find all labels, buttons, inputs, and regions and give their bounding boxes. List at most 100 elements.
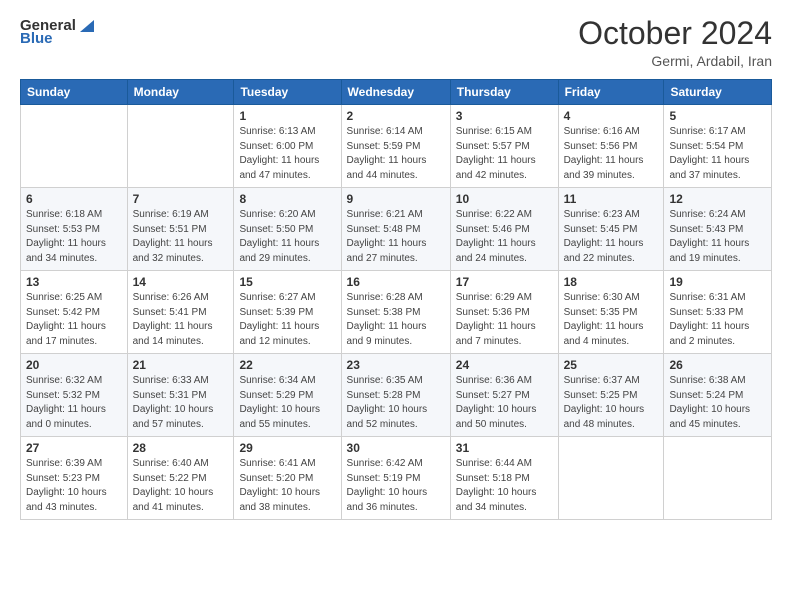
day-number: 2 (347, 109, 445, 123)
day-number: 14 (133, 275, 229, 289)
day-number: 18 (564, 275, 659, 289)
day-info: Sunrise: 6:41 AMSunset: 5:20 PMDaylight:… (239, 457, 335, 515)
calendar-week-row: 20 Sunrise: 6:32 AMSunset: 5:32 PMDayligh… (21, 354, 772, 437)
table-row: 11Sunrise: 6:23 AMSunset: 5:45 PMDayligh… (558, 188, 664, 271)
table-row: 5 Sunrise: 6:17 AMSunset: 5:54 PMDaylight… (664, 105, 772, 188)
day-info: Sunrise: 6:22 AMSunset: 5:46 PMDaylight:… (456, 208, 553, 266)
header: General Blue October 2024 Germi, Ardabil… (20, 16, 772, 69)
logo-icon (78, 16, 96, 34)
day-number: 26 (669, 358, 766, 372)
table-row: 14 Sunrise: 6:26 AMSunset: 5:41 PMDayligh… (127, 271, 234, 354)
day-number: 12 (669, 192, 766, 206)
day-info: Sunrise: 6:27 AMSunset: 5:39 PMDaylight:… (239, 291, 335, 349)
day-number: 28 (133, 441, 229, 455)
table-row: 9 Sunrise: 6:21 AMSunset: 5:48 PMDaylight… (341, 188, 450, 271)
calendar-header-row: Sunday Monday Tuesday Wednesday Thursday… (21, 80, 772, 105)
day-info: Sunrise: 6:29 AMSunset: 5:36 PMDaylight:… (456, 291, 553, 349)
calendar-week-row: 6 Sunrise: 6:18 AMSunset: 5:53 PMDaylight… (21, 188, 772, 271)
table-row: 3Sunrise: 6:15 AMSunset: 5:57 PMDaylight… (450, 105, 558, 188)
col-thursday: Thursday (450, 80, 558, 105)
logo-blue-text: Blue (20, 30, 53, 47)
calendar-table: Sunday Monday Tuesday Wednesday Thursday… (20, 79, 772, 520)
day-info: Sunrise: 6:37 AMSunset: 5:25 PMDaylight:… (564, 374, 659, 432)
day-info: Sunrise: 6:19 AMSunset: 5:51 PMDaylight:… (133, 208, 229, 266)
month-title: October 2024 (578, 16, 772, 51)
col-friday: Friday (558, 80, 664, 105)
day-info: Sunrise: 6:38 AMSunset: 5:24 PMDaylight:… (669, 374, 766, 432)
day-number: 21 (133, 358, 229, 372)
day-number: 23 (347, 358, 445, 372)
day-info: Sunrise: 6:15 AMSunset: 5:57 PMDaylight:… (456, 125, 553, 183)
day-info: Sunrise: 6:34 AMSunset: 5:29 PMDaylight:… (239, 374, 335, 432)
day-number: 31 (456, 441, 553, 455)
day-info: Sunrise: 6:31 AMSunset: 5:33 PMDaylight:… (669, 291, 766, 349)
day-number: 29 (239, 441, 335, 455)
table-row: 26 Sunrise: 6:38 AMSunset: 5:24 PMDayligh… (664, 354, 772, 437)
table-row: 6 Sunrise: 6:18 AMSunset: 5:53 PMDaylight… (21, 188, 128, 271)
day-info: Sunrise: 6:14 AMSunset: 5:59 PMDaylight:… (347, 125, 445, 183)
day-number: 13 (26, 275, 122, 289)
day-info: Sunrise: 6:18 AMSunset: 5:53 PMDaylight:… (26, 208, 122, 266)
day-number: 17 (456, 275, 553, 289)
col-saturday: Saturday (664, 80, 772, 105)
day-info: Sunrise: 6:20 AMSunset: 5:50 PMDaylight:… (239, 208, 335, 266)
day-info: Sunrise: 6:24 AMSunset: 5:43 PMDaylight:… (669, 208, 766, 266)
day-number: 9 (347, 192, 445, 206)
day-info: Sunrise: 6:26 AMSunset: 5:41 PMDaylight:… (133, 291, 229, 349)
logo: General Blue (20, 16, 96, 47)
day-info: Sunrise: 6:35 AMSunset: 5:28 PMDaylight:… (347, 374, 445, 432)
day-info: Sunrise: 6:28 AMSunset: 5:38 PMDaylight:… (347, 291, 445, 349)
table-row: 27Sunrise: 6:39 AMSunset: 5:23 PMDayligh… (21, 437, 128, 520)
table-row: 22Sunrise: 6:34 AMSunset: 5:29 PMDayligh… (234, 354, 341, 437)
table-row: 17 Sunrise: 6:29 AMSunset: 5:36 PMDayligh… (450, 271, 558, 354)
table-row: 28 Sunrise: 6:40 AMSunset: 5:22 PMDayligh… (127, 437, 234, 520)
day-info: Sunrise: 6:33 AMSunset: 5:31 PMDaylight:… (133, 374, 229, 432)
day-number: 8 (239, 192, 335, 206)
calendar-week-row: 27Sunrise: 6:39 AMSunset: 5:23 PMDayligh… (21, 437, 772, 520)
day-number: 30 (347, 441, 445, 455)
table-row: 10 Sunrise: 6:22 AMSunset: 5:46 PMDayligh… (450, 188, 558, 271)
table-row: 15Sunrise: 6:27 AMSunset: 5:39 PMDayligh… (234, 271, 341, 354)
day-info: Sunrise: 6:40 AMSunset: 5:22 PMDaylight:… (133, 457, 229, 515)
day-number: 6 (26, 192, 122, 206)
table-row: 16Sunrise: 6:28 AMSunset: 5:38 PMDayligh… (341, 271, 450, 354)
day-info: Sunrise: 6:30 AMSunset: 5:35 PMDaylight:… (564, 291, 659, 349)
day-info: Sunrise: 6:17 AMSunset: 5:54 PMDaylight:… (669, 125, 766, 183)
table-row: 20 Sunrise: 6:32 AMSunset: 5:32 PMDayligh… (21, 354, 128, 437)
day-number: 25 (564, 358, 659, 372)
table-row (127, 105, 234, 188)
title-area: October 2024 Germi, Ardabil, Iran (578, 16, 772, 69)
table-row: 8 Sunrise: 6:20 AMSunset: 5:50 PMDaylight… (234, 188, 341, 271)
table-row: 1 Sunrise: 6:13 AMSunset: 6:00 PMDaylight… (234, 105, 341, 188)
table-row: 23 Sunrise: 6:35 AMSunset: 5:28 PMDayligh… (341, 354, 450, 437)
day-number: 27 (26, 441, 122, 455)
page: General Blue October 2024 Germi, Ardabil… (0, 0, 792, 612)
day-info: Sunrise: 6:32 AMSunset: 5:32 PMDaylight:… (26, 374, 122, 432)
day-info: Sunrise: 6:44 AMSunset: 5:18 PMDaylight:… (456, 457, 553, 515)
table-row (664, 437, 772, 520)
day-info: Sunrise: 6:23 AMSunset: 5:45 PMDaylight:… (564, 208, 659, 266)
table-row: 4Sunrise: 6:16 AMSunset: 5:56 PMDaylight… (558, 105, 664, 188)
day-info: Sunrise: 6:42 AMSunset: 5:19 PMDaylight:… (347, 457, 445, 515)
day-info: Sunrise: 6:21 AMSunset: 5:48 PMDaylight:… (347, 208, 445, 266)
table-row: 12 Sunrise: 6:24 AMSunset: 5:43 PMDayligh… (664, 188, 772, 271)
table-row: 21 Sunrise: 6:33 AMSunset: 5:31 PMDayligh… (127, 354, 234, 437)
day-info: Sunrise: 6:13 AMSunset: 6:00 PMDaylight:… (239, 125, 335, 183)
col-wednesday: Wednesday (341, 80, 450, 105)
day-info: Sunrise: 6:25 AMSunset: 5:42 PMDaylight:… (26, 291, 122, 349)
table-row (21, 105, 128, 188)
day-info: Sunrise: 6:36 AMSunset: 5:27 PMDaylight:… (456, 374, 553, 432)
table-row: 7Sunrise: 6:19 AMSunset: 5:51 PMDaylight… (127, 188, 234, 271)
day-number: 20 (26, 358, 122, 372)
table-row: 2 Sunrise: 6:14 AMSunset: 5:59 PMDaylight… (341, 105, 450, 188)
table-row: 30 Sunrise: 6:42 AMSunset: 5:19 PMDayligh… (341, 437, 450, 520)
day-number: 19 (669, 275, 766, 289)
table-row: 13 Sunrise: 6:25 AMSunset: 5:42 PMDayligh… (21, 271, 128, 354)
table-row: 18 Sunrise: 6:30 AMSunset: 5:35 PMDayligh… (558, 271, 664, 354)
table-row: 29 Sunrise: 6:41 AMSunset: 5:20 PMDayligh… (234, 437, 341, 520)
day-number: 1 (239, 109, 335, 123)
table-row: 25 Sunrise: 6:37 AMSunset: 5:25 PMDayligh… (558, 354, 664, 437)
day-number: 10 (456, 192, 553, 206)
day-number: 5 (669, 109, 766, 123)
table-row: 19 Sunrise: 6:31 AMSunset: 5:33 PMDayligh… (664, 271, 772, 354)
